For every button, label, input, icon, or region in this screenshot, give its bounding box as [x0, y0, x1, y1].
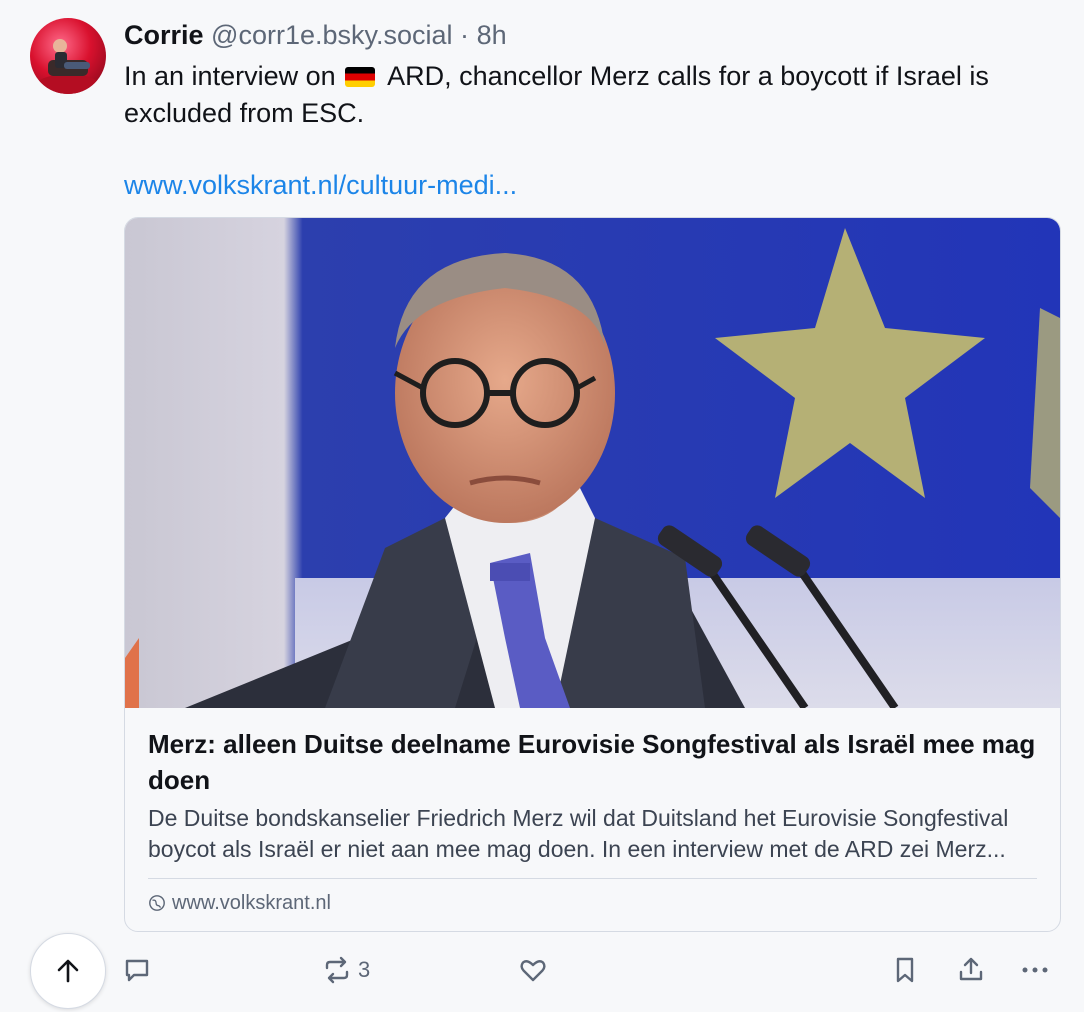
author-handle[interactable]: @corr1e.bsky.social — [211, 20, 452, 50]
arrow-up-icon — [57, 959, 79, 983]
bookmark-button[interactable] — [890, 953, 920, 987]
card-domain-text: www.volkskrant.nl — [172, 892, 331, 914]
germany-flag-icon — [345, 67, 376, 87]
card-description: De Duitse bondskanselier Friedrich Merz … — [148, 805, 1009, 862]
card-title[interactable]: Merz: alleen Duitse deelname Eurovisie S… — [148, 726, 1038, 798]
globe-icon — [149, 895, 165, 911]
share-icon — [959, 957, 983, 981]
repost-icon — [325, 956, 349, 984]
repost-button[interactable]: 3 — [322, 953, 370, 987]
repost-count: 3 — [358, 957, 371, 982]
ellipsis-icon — [1022, 967, 1048, 973]
reply-icon — [125, 959, 149, 982]
header-separator: · — [460, 20, 470, 50]
post-header: Corrie @corr1e.bsky.social · 8h — [124, 18, 507, 52]
author-avatar[interactable] — [30, 18, 106, 94]
author-name[interactable]: Corrie — [124, 20, 204, 50]
card-thumbnail-image — [125, 218, 1060, 708]
share-button[interactable] — [956, 953, 986, 987]
link-preview-card[interactable]: Merz: alleen Duitse deelname Eurovisie S… — [124, 217, 1061, 932]
like-button[interactable] — [518, 953, 548, 987]
avatar-image — [34, 39, 102, 94]
more-options-button[interactable] — [1020, 953, 1050, 987]
bookmark-icon — [896, 957, 914, 983]
scroll-to-top-button[interactable] — [30, 933, 106, 1009]
post-link[interactable]: www.volkskrant.nl/cultuur-medi... — [124, 168, 517, 202]
card-domain: www.volkskrant.nl — [148, 890, 331, 916]
post-text: In an interview on ARD, chancellor Merz … — [124, 58, 1064, 132]
reply-button[interactable] — [122, 953, 152, 987]
card-divider — [148, 878, 1037, 879]
post-text-start: In an interview on — [124, 61, 336, 91]
heart-icon — [520, 960, 546, 982]
post-time[interactable]: 8h — [477, 20, 507, 50]
